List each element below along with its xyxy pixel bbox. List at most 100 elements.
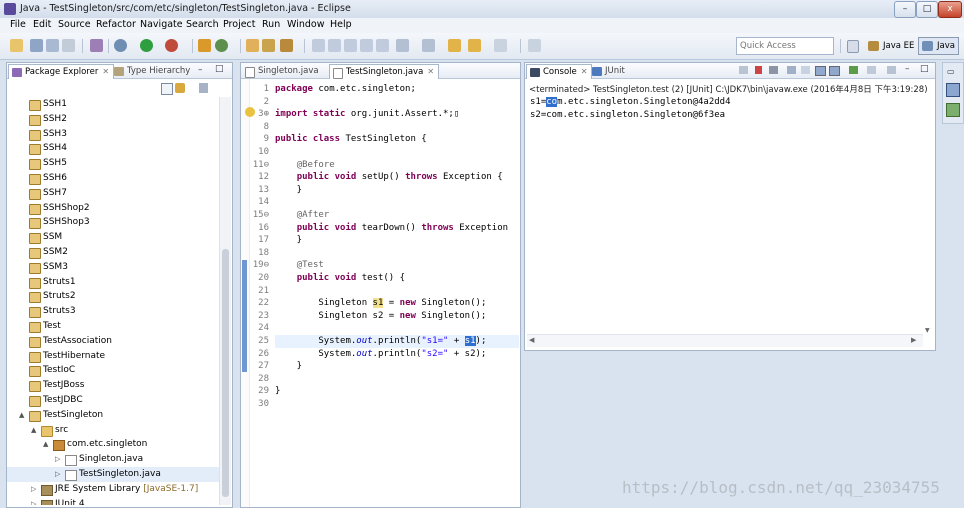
menu-project[interactable]: Project [223,19,256,30]
menu-window[interactable]: Window [287,19,324,30]
code-line[interactable] [275,398,519,411]
tree-item[interactable]: Struts3 [7,304,219,319]
menu-search[interactable]: Search [186,19,219,30]
next-annotation-icon[interactable] [396,39,409,52]
console-vscroll[interactable]: ▼ [923,97,933,334]
tree-item[interactable]: TestJDBC [7,393,219,408]
expanded-arrow-icon[interactable]: ▲ [19,408,24,423]
perspective-java-ee[interactable]: Java EE [864,37,918,55]
code-line[interactable]: public void setUp() throws Exception { [275,171,519,184]
menu-source[interactable]: Source [58,19,91,30]
last-edit-icon[interactable] [494,39,507,52]
tree-item[interactable]: SSH1 [7,97,219,112]
maximize-button[interactable]: □ [916,1,938,18]
scroll-right-arrow-icon[interactable]: ▶ [911,336,916,344]
word-wrap-console-icon[interactable] [815,66,826,76]
tree-item[interactable]: ▷ JUnit 4 [7,497,219,505]
code-line[interactable] [275,322,519,335]
tree-item[interactable]: TestAssociation [7,334,219,349]
code-line[interactable] [275,196,519,209]
menu-help[interactable]: Help [330,19,352,30]
tree-item[interactable]: Test [7,319,219,334]
collapsed-arrow-icon[interactable]: ▷ [55,467,60,482]
tree-item[interactable]: ▲ src [7,423,219,438]
pin-icon[interactable] [90,39,103,52]
show-whitespace-icon[interactable] [360,39,373,52]
menu-navigate[interactable]: Navigate [140,19,183,30]
tree-item[interactable]: ▲ TestSingleton [7,408,219,423]
code-line[interactable] [275,121,519,134]
previous-annotation-icon[interactable] [422,39,435,52]
word-wrap-icon[interactable] [376,39,389,52]
tree-item[interactable]: SSM [7,230,219,245]
forward-arrow-icon[interactable] [468,39,481,52]
save-icon[interactable] [30,39,43,52]
minimize-view-icon[interactable]: – [905,64,914,74]
tab-singleton-java[interactable]: Singleton.java [242,64,323,78]
task-list-icon[interactable] [946,103,960,117]
code-line[interactable]: } [275,184,519,197]
expanded-arrow-icon[interactable]: ▲ [31,423,36,438]
close-tab-icon[interactable]: ✕ [102,67,109,76]
view-menu-icon[interactable] [199,83,208,93]
tree-item[interactable]: SSHShop3 [7,215,219,230]
new-icon[interactable] [10,39,23,52]
tree-item[interactable]: SSH2 [7,112,219,127]
tree-item[interactable]: SSH7 [7,186,219,201]
collapse-all-icon[interactable] [161,83,173,95]
open-folder-icon[interactable] [262,39,275,52]
outline-view-icon[interactable] [946,83,960,97]
tree-item[interactable]: ▷ Singleton.java [7,452,219,467]
tree-scrollbar-thumb[interactable] [222,249,229,497]
open-console-icon[interactable] [867,66,876,74]
terminate-icon[interactable] [739,66,748,74]
new-package-icon[interactable] [198,39,211,52]
code-line[interactable]: Singleton s2 = new Singleton(); [275,310,519,323]
quick-access-field[interactable] [736,37,835,55]
code-line[interactable]: package com.etc.singleton; [275,83,519,96]
open-perspective-icon[interactable] [847,40,859,53]
code-line[interactable] [275,285,519,298]
code-line[interactable] [275,373,519,386]
tree-item[interactable]: TestIoC [7,363,219,378]
tree-item[interactable]: ▷ JRE System Library [JavaSE-1.7] [7,482,219,497]
close-tab-icon[interactable]: ✕ [427,67,434,76]
menu-refactor[interactable]: Refactor [96,19,136,30]
maximize-view-icon[interactable]: □ [215,64,224,74]
tree-item[interactable]: SSHShop2 [7,201,219,216]
console-output[interactable]: s1=com.etc.singleton.Singleton@4a2dd4 s2=… [530,97,925,332]
code-line[interactable]: } [275,385,519,398]
close-button[interactable]: x [938,1,962,18]
block-selection-icon[interactable] [344,39,357,52]
menu-run[interactable]: Run [262,19,280,30]
scroll-lock-icon[interactable] [787,66,796,74]
collapsed-arrow-icon[interactable]: ▷ [31,497,36,505]
minimize-view-icon[interactable]: – [198,65,207,75]
tree-item[interactable]: TestJBoss [7,378,219,393]
code-line[interactable]: public void test() { [275,272,519,285]
tree-item[interactable]: SSH4 [7,141,219,156]
minimize-button[interactable]: – [894,1,916,18]
print-icon[interactable] [62,39,75,52]
remove-launch-icon[interactable] [755,66,762,74]
collapsed-arrow-icon[interactable]: ▷ [31,482,36,497]
toggle-breadcrumb-icon[interactable] [328,39,341,52]
menu-file[interactable]: File [10,19,26,30]
code-line[interactable] [275,247,519,260]
new-class-icon[interactable] [215,39,228,52]
search-icon[interactable] [280,39,293,52]
link-with-editor-icon[interactable] [175,83,185,93]
save-all-icon[interactable] [46,39,59,52]
code-line[interactable]: } [275,234,519,247]
code-line[interactable]: import static org.junit.Assert.*;▯ [275,108,519,121]
code-line[interactable]: } [275,360,519,373]
tree-item[interactable]: TestHibernate [7,349,219,364]
maximize-view-icon[interactable]: □ [920,64,929,74]
code-line[interactable]: System.out.println("s2=" + s2); [275,348,519,361]
debug-gear-icon[interactable] [114,39,127,52]
run-icon[interactable] [140,39,153,52]
clear-console-icon[interactable] [801,66,810,74]
expanded-arrow-icon[interactable]: ▲ [43,437,48,452]
toggle-mark-icon[interactable] [312,39,325,52]
tree-scrollbar[interactable] [219,97,231,505]
